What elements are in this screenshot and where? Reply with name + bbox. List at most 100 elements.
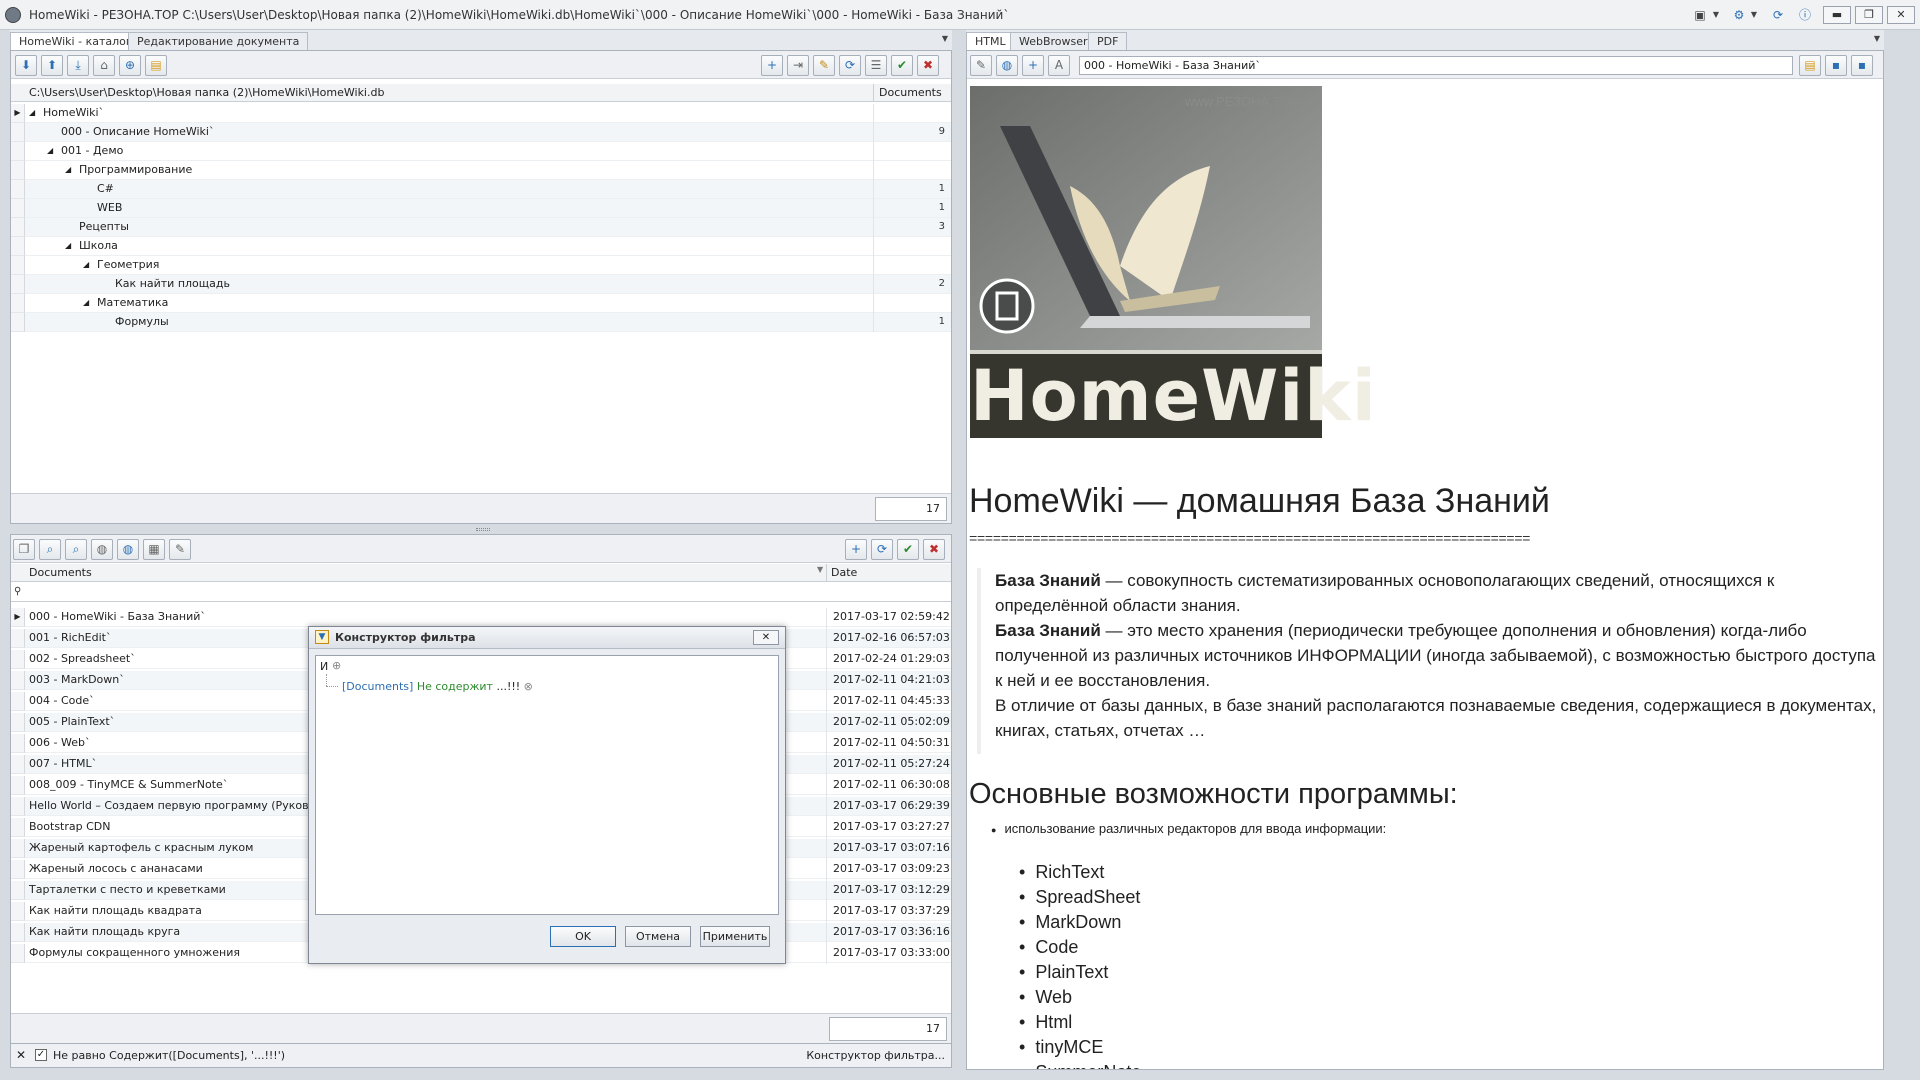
list-item-text: Code bbox=[1035, 937, 1079, 957]
tree-node[interactable]: ◢ Геометрия bbox=[25, 256, 951, 275]
gear-icon[interactable]: ⚙ bbox=[1730, 6, 1748, 24]
collapse-icon[interactable]: ◢ bbox=[65, 161, 71, 179]
add-folder-icon[interactable]: ⊕ bbox=[119, 55, 141, 76]
filter-condition[interactable]: [Documents] Не содержит ...!!! ⊗ bbox=[342, 680, 533, 693]
home-icon[interactable]: ⌂ bbox=[93, 55, 115, 76]
document-date: 2017-03-17 03:37:29 bbox=[833, 904, 950, 917]
tab-html[interactable]: HTML bbox=[966, 32, 1015, 52]
delete-icon[interactable]: ✖ bbox=[923, 539, 945, 560]
edit-document-icon[interactable]: ✎ bbox=[970, 55, 992, 76]
check-icon[interactable]: ✔ bbox=[897, 539, 919, 560]
table-row[interactable]: 000 - HomeWiki - База Знаний` 2017-03-17 … bbox=[25, 608, 951, 627]
cancel-button[interactable]: Отмена bbox=[625, 926, 691, 947]
close-button[interactable]: ✕ bbox=[1887, 6, 1915, 24]
tree-node[interactable]: Рецепты 3 bbox=[25, 218, 951, 237]
search-icon[interactable]: ⌕ bbox=[65, 539, 87, 560]
add-icon[interactable]: + bbox=[1022, 55, 1044, 76]
list-item-text: Html bbox=[1035, 1012, 1073, 1032]
tree-node-label: 001 - Демо bbox=[61, 144, 124, 157]
tree-node[interactable]: ◢ Школа bbox=[25, 237, 951, 256]
tree-node[interactable]: WEB 1 bbox=[25, 199, 951, 218]
tree-node[interactable]: ◢ 001 - Демо bbox=[25, 142, 951, 161]
chevron-down-icon[interactable]: ▼ bbox=[942, 34, 948, 43]
edit-icon[interactable]: ✎ bbox=[813, 55, 835, 76]
move-up-icon[interactable]: ⬆ bbox=[41, 55, 63, 76]
refresh-icon[interactable]: ⟳ bbox=[871, 539, 893, 560]
tab-edit-document[interactable]: Редактирование документа bbox=[128, 32, 309, 51]
date-column-header[interactable]: Date bbox=[831, 566, 857, 579]
tree-node[interactable]: Формулы 1 bbox=[25, 313, 951, 332]
tree-node[interactable]: Как найти площадь 2 bbox=[25, 275, 951, 294]
delete-icon[interactable]: ✖ bbox=[917, 55, 939, 76]
web-search-icon[interactable]: ◍ bbox=[117, 539, 139, 560]
add-condition-icon[interactable]: ⊕ bbox=[332, 659, 341, 672]
condition-field[interactable]: [Documents] bbox=[342, 680, 413, 693]
dialog-close-button[interactable]: ✕ bbox=[753, 630, 779, 645]
web-settings-icon[interactable]: ◍ bbox=[996, 55, 1018, 76]
chevron-down-icon[interactable]: ▼ bbox=[1710, 6, 1722, 24]
save-icon[interactable]: ▪ bbox=[1825, 55, 1847, 76]
address-field[interactable]: 000 - HomeWiki - База Знаний` bbox=[1079, 56, 1793, 75]
bold-term: База Знаний bbox=[995, 621, 1101, 640]
collapse-icon[interactable]: ◢ bbox=[65, 237, 71, 255]
tab-pdf[interactable]: PDF bbox=[1088, 32, 1128, 51]
tree-node[interactable]: 000 - Описание HomeWiki` 9 bbox=[25, 123, 951, 142]
edit-document-icon[interactable]: ✎ bbox=[169, 539, 191, 560]
view-menu-icon[interactable]: ▣ bbox=[1690, 6, 1710, 24]
download-icon[interactable]: ⤓ bbox=[67, 55, 89, 76]
check-icon[interactable]: ✔ bbox=[891, 55, 913, 76]
list-item: • Web bbox=[1019, 987, 1072, 1007]
auto-filter-row[interactable]: ⚲ bbox=[11, 583, 951, 602]
save-as-icon[interactable]: ▪ bbox=[1851, 55, 1873, 76]
add-icon[interactable]: + bbox=[845, 539, 867, 560]
dialog-titlebar[interactable]: ▼ Конструктор фильтра ✕ bbox=[309, 627, 785, 649]
list-item: • SpreadSheet bbox=[1019, 887, 1141, 907]
collapse-icon[interactable]: ◢ bbox=[83, 294, 89, 312]
tree-node-count: 1 bbox=[938, 316, 945, 327]
collapse-icon[interactable]: ◢ bbox=[83, 256, 89, 274]
folder-icon[interactable]: ▤ bbox=[145, 55, 167, 76]
ok-button[interactable]: OK bbox=[550, 926, 616, 947]
filter-icon[interactable]: ▼ bbox=[817, 565, 823, 574]
font-icon[interactable]: A bbox=[1048, 55, 1070, 76]
documents-column-header[interactable]: Documents bbox=[29, 566, 92, 579]
remove-condition-icon[interactable]: ⊗ bbox=[524, 680, 533, 693]
new-item-icon[interactable]: + bbox=[761, 55, 783, 76]
refresh-icon[interactable]: ⟳ bbox=[1769, 6, 1787, 24]
tab-catalog[interactable]: HomeWiki - каталог bbox=[10, 32, 141, 52]
document-title: 006 - Web` bbox=[29, 736, 91, 749]
export-icon[interactable]: ⇥ bbox=[787, 55, 809, 76]
chevron-down-icon[interactable]: ▼ bbox=[1748, 6, 1760, 24]
collapse-icon[interactable]: ◢ bbox=[29, 104, 35, 122]
condition-value[interactable]: ...!!! bbox=[496, 680, 520, 693]
find-icon[interactable]: ⌕ bbox=[39, 539, 61, 560]
tree-node[interactable]: ◢ HomeWiki` bbox=[25, 104, 951, 123]
bold-term: База Знаний bbox=[995, 571, 1101, 590]
condition-operator[interactable]: Не содержит bbox=[417, 680, 493, 693]
copy-icon[interactable]: ❐ bbox=[13, 539, 35, 560]
clear-filter-icon[interactable]: ✕ bbox=[16, 1048, 26, 1062]
move-down-icon[interactable]: ⬇ bbox=[15, 55, 37, 76]
filter-builder-link[interactable]: Конструктор фильтра... bbox=[806, 1049, 945, 1062]
tree-node[interactable]: ◢ Программирование bbox=[25, 161, 951, 180]
filter-enabled-checkbox[interactable]: ✓ bbox=[35, 1049, 47, 1061]
splitter-handle[interactable] bbox=[476, 528, 490, 531]
tab-webbrowser[interactable]: WebBrowser bbox=[1010, 32, 1097, 51]
open-folder-icon[interactable]: ▤ bbox=[1799, 55, 1821, 76]
info-icon[interactable]: ⓘ bbox=[1796, 6, 1814, 24]
globe-icon[interactable]: ◍ bbox=[91, 539, 113, 560]
filter-expression: Не равно Содержит([Documents], '...!!!') bbox=[53, 1049, 286, 1062]
maximize-button[interactable]: ❐ bbox=[1855, 6, 1883, 24]
tree-node[interactable]: ◢ Математика bbox=[25, 294, 951, 313]
refresh-icon[interactable]: ⟳ bbox=[839, 55, 861, 76]
minimize-button[interactable]: ▬ bbox=[1823, 6, 1851, 24]
list-icon[interactable]: ☰ bbox=[865, 55, 887, 76]
columns-icon[interactable]: ▦ bbox=[143, 539, 165, 560]
collapse-icon[interactable]: ◢ bbox=[47, 142, 53, 160]
chevron-down-icon[interactable]: ▼ bbox=[1874, 34, 1880, 43]
filter-group-operator[interactable]: И bbox=[320, 660, 328, 673]
apply-button[interactable]: Применить bbox=[700, 926, 770, 947]
tree-node[interactable]: C# 1 bbox=[25, 180, 951, 199]
document-date: 2017-02-11 04:50:31 bbox=[833, 736, 950, 749]
window-title: HomeWiki - РЕЗОНА.ТОР C:\Users\User\Desk… bbox=[29, 8, 1010, 22]
